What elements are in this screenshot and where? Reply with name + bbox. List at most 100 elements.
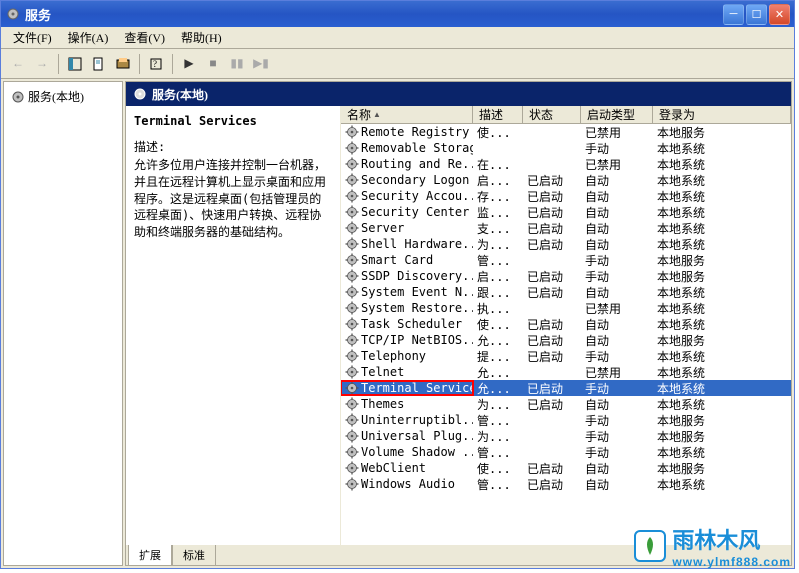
service-row[interactable]: Security Center监...已启动自动本地系统 (341, 204, 791, 220)
service-logon: 本地系统 (653, 204, 791, 221)
show-hide-tree-button[interactable] (64, 53, 86, 75)
service-name: Smart Card (361, 253, 433, 267)
service-startup: 手动 (581, 380, 653, 397)
maximize-button[interactable]: ☐ (746, 4, 767, 25)
service-row[interactable]: Smart Card管...手动本地服务 (341, 252, 791, 268)
service-row[interactable]: Remote Registry使...已禁用本地服务 (341, 124, 791, 140)
service-row[interactable]: Secondary Logon启...已启动自动本地系统 (341, 172, 791, 188)
service-name: WebClient (361, 461, 426, 475)
restart-service-button[interactable]: ▶▮ (250, 53, 272, 75)
menu-help[interactable]: 帮助(H) (175, 27, 228, 48)
titlebar[interactable]: 服务 ─ ☐ ✕ (1, 1, 794, 27)
service-logon: 本地系统 (653, 156, 791, 173)
watermark-logo-icon (634, 530, 666, 562)
service-row[interactable]: System Restore...执...已禁用本地系统 (341, 300, 791, 316)
refresh-button[interactable]: ? (145, 53, 167, 75)
service-desc: 管... (473, 444, 523, 461)
service-row[interactable]: Shell Hardware...为...已启动自动本地系统 (341, 236, 791, 252)
service-startup: 手动 (581, 268, 653, 285)
service-row[interactable]: WebClient使...已启动自动本地服务 (341, 460, 791, 476)
col-header-desc[interactable]: 描述 (473, 106, 523, 123)
service-status: 已启动 (523, 460, 581, 477)
service-row[interactable]: TCP/IP NetBIOS...允...已启动自动本地服务 (341, 332, 791, 348)
service-row[interactable]: Security Accou...存...已启动自动本地系统 (341, 188, 791, 204)
minimize-button[interactable]: ─ (723, 4, 744, 25)
window-title: 服务 (25, 5, 723, 24)
tree-pane[interactable]: 服务(本地) (3, 81, 123, 566)
panel-header-text: 服务(本地) (152, 86, 208, 103)
stop-service-button[interactable]: ■ (202, 53, 224, 75)
forward-button[interactable]: → (31, 53, 53, 75)
service-status: 已启动 (523, 316, 581, 333)
properties-button[interactable] (88, 53, 110, 75)
service-logon: 本地系统 (653, 396, 791, 413)
service-logon: 本地系统 (653, 348, 791, 365)
gear-icon (345, 237, 359, 251)
menu-view[interactable]: 查看(V) (118, 27, 171, 48)
service-row[interactable]: Telephony提...已启动手动本地系统 (341, 348, 791, 364)
gear-icon (345, 429, 359, 443)
service-name: Universal Plug... (361, 429, 473, 443)
separator (172, 54, 173, 74)
watermark-brand: 雨林木风 (672, 523, 791, 555)
close-button[interactable]: ✕ (769, 4, 790, 25)
service-row[interactable]: Uninterruptibl...管...手动本地服务 (341, 412, 791, 428)
panel-header: 服务(本地) (126, 82, 791, 106)
service-logon: 本地服务 (653, 124, 791, 141)
service-list[interactable]: 名称▲ 描述 状态 启动类型 登录为 Remote Registry使...已禁… (341, 106, 791, 545)
service-row[interactable]: Windows Audio管...已启动自动本地系统 (341, 476, 791, 492)
svg-text:?: ? (153, 59, 157, 69)
menu-action[interactable]: 操作(A) (62, 27, 115, 48)
service-status: 已启动 (523, 204, 581, 221)
service-status: 已启动 (523, 172, 581, 189)
service-logon: 本地服务 (653, 252, 791, 269)
back-button[interactable]: ← (7, 53, 29, 75)
service-row[interactable]: Routing and Re...在...已禁用本地系统 (341, 156, 791, 172)
service-row[interactable]: System Event N...跟...已启动自动本地系统 (341, 284, 791, 300)
service-logon: 本地服务 (653, 460, 791, 477)
service-name: Removable Storage (361, 141, 473, 155)
col-header-logon[interactable]: 登录为 (653, 106, 791, 123)
service-startup: 自动 (581, 220, 653, 237)
start-service-button[interactable]: ▶ (178, 53, 200, 75)
service-desc: 允... (473, 380, 523, 397)
service-logon: 本地系统 (653, 140, 791, 157)
menu-file[interactable]: 文件(F) (7, 27, 58, 48)
service-desc: 使... (473, 124, 523, 141)
service-logon: 本地系统 (653, 172, 791, 189)
service-desc: 允... (473, 332, 523, 349)
service-row[interactable]: Telnet允...已禁用本地系统 (341, 364, 791, 380)
detail-desc-label: 描述: (134, 138, 332, 155)
service-row[interactable]: Universal Plug...为...手动本地服务 (341, 428, 791, 444)
service-status: 已启动 (523, 380, 581, 397)
gear-icon (345, 125, 359, 139)
service-name: Routing and Re... (361, 157, 473, 171)
service-row[interactable]: Themes为...已启动自动本地系统 (341, 396, 791, 412)
tab-extended[interactable]: 扩展 (128, 545, 172, 566)
service-row[interactable]: Volume Shadow ...管...手动本地系统 (341, 444, 791, 460)
col-header-status[interactable]: 状态 (523, 106, 581, 123)
col-header-name[interactable]: 名称▲ (341, 106, 473, 123)
service-startup: 手动 (581, 348, 653, 365)
gear-icon (345, 141, 359, 155)
export-button[interactable] (112, 53, 134, 75)
service-row[interactable]: Removable Storage手动本地系统 (341, 140, 791, 156)
service-startup: 手动 (581, 444, 653, 461)
service-startup: 自动 (581, 396, 653, 413)
service-logon: 本地服务 (653, 412, 791, 429)
service-row[interactable]: Server支...已启动自动本地系统 (341, 220, 791, 236)
service-row[interactable]: Task Scheduler使...已启动自动本地系统 (341, 316, 791, 332)
tree-root-services[interactable]: 服务(本地) (8, 86, 118, 107)
pause-service-button[interactable]: ▮▮ (226, 53, 248, 75)
gear-icon (345, 445, 359, 459)
service-row[interactable]: Terminal Services允...已启动手动本地系统 (341, 380, 791, 396)
service-logon: 本地系统 (653, 364, 791, 381)
app-icon (5, 6, 21, 22)
service-row[interactable]: SSDP Discovery...启...已启动手动本地服务 (341, 268, 791, 284)
col-header-startup[interactable]: 启动类型 (581, 106, 653, 123)
toolbar: ← → ? ▶ ■ ▮▮ ▶▮ (1, 49, 794, 79)
service-logon: 本地系统 (653, 300, 791, 317)
gear-icon (345, 365, 359, 379)
tab-standard[interactable]: 标准 (172, 545, 216, 566)
gear-icon (345, 173, 359, 187)
